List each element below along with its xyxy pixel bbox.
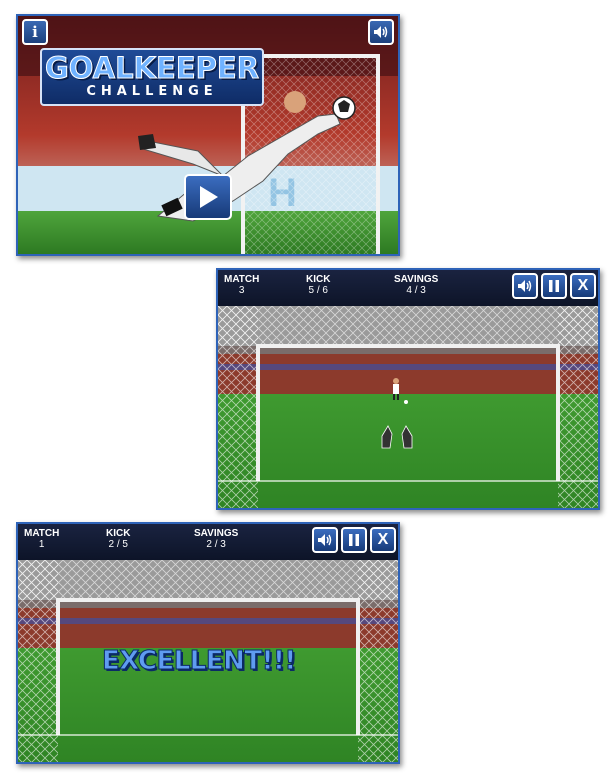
hud-bar: MATCH 3 KICK 5 / 6 SAVINGS 4 / 3 X: [218, 270, 598, 306]
excellent-screen: MATCH 1 KICK 2 / 5 SAVINGS 2 / 3 X EXCEL…: [16, 522, 400, 764]
logo-subtitle: CHALLENGE: [86, 84, 218, 99]
savings-label: SAVINGS: [394, 274, 439, 285]
kick-stat: KICK 5 / 6: [306, 274, 330, 296]
ball-icon: [404, 400, 408, 404]
speaker-icon: [518, 280, 532, 292]
sound-button[interactable]: [312, 527, 338, 553]
excellent-message: EXCELLENT!!!: [102, 646, 297, 677]
pause-button[interactable]: [541, 273, 567, 299]
savings-value: 4 / 3: [406, 285, 426, 296]
close-button[interactable]: X: [570, 273, 596, 299]
kick-stat: KICK 2 / 5: [106, 528, 130, 550]
match-value: 3: [238, 285, 245, 296]
match-label: MATCH: [224, 274, 260, 285]
pitch-view: [218, 306, 598, 508]
game-logo: GOALKEEPER CHALLENGE: [40, 48, 264, 106]
kick-value: 5 / 6: [308, 285, 328, 296]
logo-title: GOALKEEPER: [44, 51, 260, 85]
kick-value: 2 / 5: [108, 539, 128, 550]
play-button[interactable]: [184, 174, 232, 220]
kick-label: KICK: [106, 528, 131, 539]
info-button[interactable]: i: [22, 19, 48, 45]
match-value: 1: [38, 539, 45, 550]
gameplay-screen: MATCH 3 KICK 5 / 6 SAVINGS 4 / 3 X: [216, 268, 600, 510]
sound-button[interactable]: [368, 19, 394, 45]
close-button[interactable]: X: [370, 527, 396, 553]
title-screen: H i GOALKEEPER CHALLENGE: [16, 14, 400, 256]
match-label: MATCH: [24, 528, 60, 539]
hud-bar: MATCH 1 KICK 2 / 5 SAVINGS 2 / 3 X: [18, 524, 398, 560]
match-stat: MATCH 3: [224, 274, 259, 296]
savings-label: SAVINGS: [194, 528, 239, 539]
pause-button[interactable]: [341, 527, 367, 553]
match-stat: MATCH 1: [24, 528, 59, 550]
close-icon: X: [577, 277, 589, 294]
kick-label: KICK: [306, 274, 331, 285]
sound-button[interactable]: [512, 273, 538, 299]
info-icon: i: [32, 23, 38, 41]
savings-value: 2 / 3: [206, 539, 226, 550]
savings-stat: SAVINGS 2 / 3: [194, 528, 238, 550]
close-icon: X: [377, 531, 389, 548]
speaker-icon: [318, 534, 332, 546]
play-icon: [200, 186, 218, 208]
savings-stat: SAVINGS 4 / 3: [394, 274, 438, 296]
pause-icon: [549, 280, 559, 292]
speaker-icon: [374, 26, 388, 38]
pause-icon: [349, 534, 359, 546]
